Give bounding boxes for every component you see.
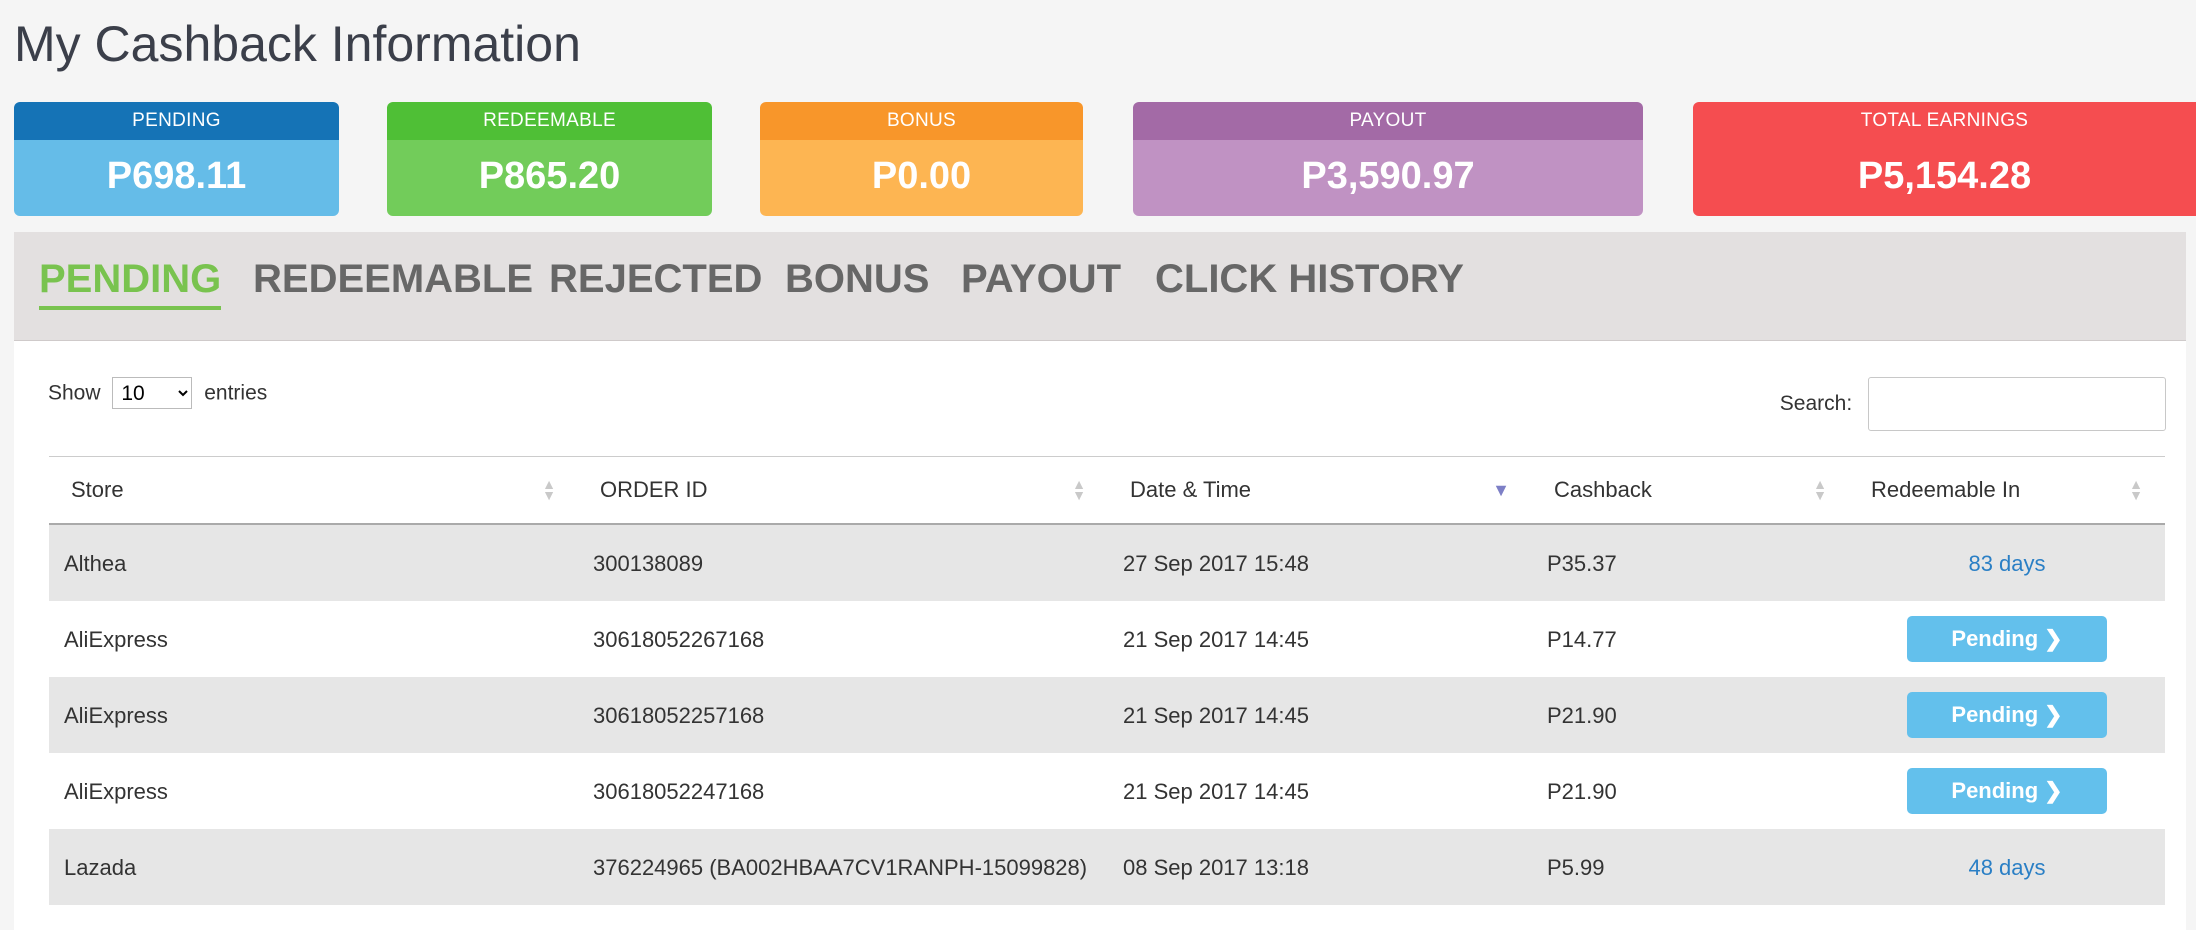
cell-store: Althea: [64, 550, 127, 576]
sort-both-icon: ▲ ▼: [1813, 476, 1827, 503]
cell-order-id: 30618052267168: [593, 626, 765, 652]
redeemable-card-label: REDEEMABLE: [387, 102, 712, 140]
cashback-table: Store ▲ ▼ ORDER ID ▲ ▼ Date & Time ▼ Cashback…: [49, 456, 2165, 905]
cell-order-id: 30618052257168: [593, 702, 765, 728]
cell-cashback: P5.99: [1547, 854, 1605, 880]
page-title: My Cashback Information: [14, 16, 581, 72]
cell-date: 21 Sep 2017 14:45: [1123, 778, 1309, 804]
payout-card: PAYOUT P3,590.97: [1133, 102, 1643, 216]
tab-pending[interactable]: PENDING: [39, 250, 222, 310]
sort-desc-icon: ▼: [1492, 480, 1510, 500]
tab-click-history[interactable]: CLICK HISTORY: [1155, 250, 1464, 308]
pending-card-value: P698.11: [14, 140, 339, 216]
pending-button[interactable]: Pending ❯: [1907, 768, 2107, 814]
entries-length-control: Show 10 entries: [48, 377, 267, 410]
sort-both-icon: ▲ ▼: [1072, 476, 1086, 503]
total-earnings-card: TOTAL EARNINGS P5,154.28: [1693, 102, 2196, 216]
column-header-redeemable-in[interactable]: Redeemable In ▲ ▼: [1849, 457, 2165, 525]
cell-date: 21 Sep 2017 14:45: [1123, 702, 1309, 728]
tab-rejected[interactable]: REJECTED: [549, 250, 762, 308]
column-header-order-id[interactable]: ORDER ID ▲ ▼: [578, 457, 1108, 525]
search-control: Search:: [1780, 375, 2166, 433]
column-header-date-time[interactable]: Date & Time ▼: [1108, 457, 1532, 525]
entries-select[interactable]: 10: [112, 377, 193, 409]
pending-button[interactable]: Pending ❯: [1907, 692, 2107, 738]
pending-button-label: Pending: [1951, 778, 2039, 803]
cell-cashback: P35.37: [1547, 550, 1617, 576]
cell-date: 27 Sep 2017 15:48: [1123, 550, 1309, 576]
table-row: AliExpress 30618052267168 21 Sep 2017 14…: [49, 601, 2165, 677]
cell-cashback: P21.90: [1547, 778, 1617, 804]
show-label: Show: [48, 381, 101, 405]
search-input[interactable]: [1868, 377, 2166, 432]
table-row: AliExpress 30618052247168 21 Sep 2017 14…: [49, 753, 2165, 829]
redeemable-days-link[interactable]: 48 days: [1968, 855, 2045, 880]
pending-button-label: Pending: [1951, 626, 2039, 651]
chevron-right-icon: ❯: [2044, 778, 2063, 803]
pending-card-label: PENDING: [14, 102, 339, 140]
pending-table-panel: Show 10 entries Search: Store ▲ ▼ ORDER ID…: [14, 341, 2186, 930]
cell-date: 08 Sep 2017 13:18: [1123, 854, 1309, 880]
cell-store: AliExpress: [64, 778, 168, 804]
cell-redeemable-in: Pending ❯: [1849, 601, 2165, 677]
cell-date: 21 Sep 2017 14:45: [1123, 626, 1309, 652]
redeemable-card: REDEEMABLE P865.20: [387, 102, 712, 216]
redeemable-card-value: P865.20: [387, 140, 712, 216]
pending-button[interactable]: Pending ❯: [1907, 616, 2107, 662]
cell-order-id: 376224965 (BA002HBAA7CV1RANPH-15099828): [593, 854, 1088, 880]
total-earnings-card-value: P5,154.28: [1693, 140, 2196, 216]
tab-payout[interactable]: PAYOUT: [961, 250, 1121, 308]
cell-redeemable-in: 48 days: [1849, 829, 2165, 905]
table-row: Althea 300138089 27 Sep 2017 15:48 P35.3…: [49, 524, 2165, 601]
table-row: Lazada 376224965 (BA002HBAA7CV1RANPH-150…: [49, 829, 2165, 905]
bonus-card-label: BONUS: [760, 102, 1083, 140]
payout-card-value: P3,590.97: [1133, 140, 1643, 216]
chevron-right-icon: ❯: [2044, 702, 2063, 727]
tab-bonus[interactable]: BONUS: [785, 250, 929, 308]
bonus-card: BONUS P0.00: [760, 102, 1083, 216]
cell-redeemable-in: Pending ❯: [1849, 753, 2165, 829]
cell-redeemable-in: 83 days: [1849, 524, 2165, 601]
bonus-card-value: P0.00: [760, 140, 1083, 216]
cell-order-id: 300138089: [593, 550, 704, 576]
redeemable-days-link[interactable]: 83 days: [1968, 551, 2045, 576]
cell-cashback: P14.77: [1547, 626, 1617, 652]
payout-card-label: PAYOUT: [1133, 102, 1643, 140]
search-label: Search:: [1779, 392, 1853, 415]
cashback-tabs: PENDING REDEEMABLE REJECTED BONUS PAYOUT…: [14, 232, 2186, 341]
cell-order-id: 30618052247168: [593, 778, 765, 804]
summary-cards: PENDING P698.11 REDEEMABLE P865.20 BONUS…: [0, 102, 2196, 216]
table-body: Althea 300138089 27 Sep 2017 15:48 P35.3…: [49, 524, 2165, 905]
chevron-right-icon: ❯: [2044, 626, 2063, 651]
cell-redeemable-in: Pending ❯: [1849, 677, 2165, 753]
sort-both-icon: ▲ ▼: [542, 476, 556, 503]
total-earnings-card-label: TOTAL EARNINGS: [1693, 102, 2196, 140]
entries-label: entries: [204, 381, 268, 405]
column-header-store[interactable]: Store ▲ ▼: [49, 457, 578, 525]
cell-store: AliExpress: [64, 626, 168, 652]
column-header-cashback[interactable]: Cashback ▲ ▼: [1532, 457, 1849, 525]
cell-store: Lazada: [64, 854, 137, 880]
table-header-row: Store ▲ ▼ ORDER ID ▲ ▼ Date & Time ▼ Cashback…: [49, 456, 2165, 525]
tab-redeemable[interactable]: REDEEMABLE: [253, 250, 533, 308]
cell-store: AliExpress: [64, 702, 168, 728]
pending-button-label: Pending: [1951, 702, 2039, 727]
sort-both-icon: ▲ ▼: [2129, 476, 2143, 503]
pending-card: PENDING P698.11: [14, 102, 339, 216]
cell-cashback: P21.90: [1547, 702, 1617, 728]
table-row: AliExpress 30618052257168 21 Sep 2017 14…: [49, 677, 2165, 753]
